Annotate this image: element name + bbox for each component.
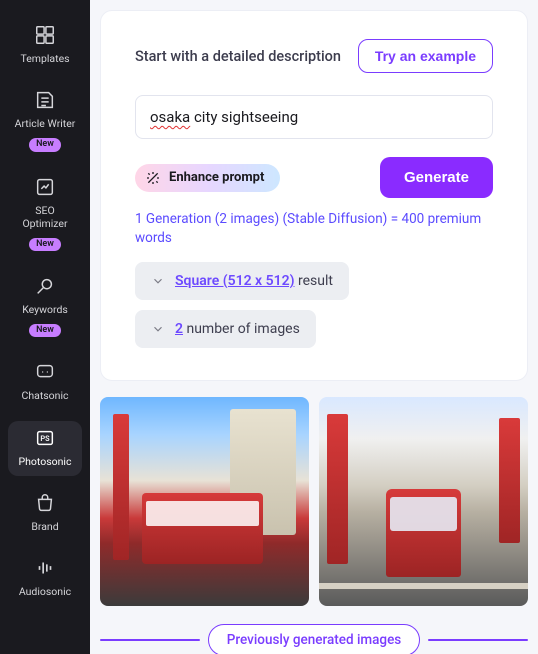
sidebar-item-seo-optimizer[interactable]: SEO Optimizer New — [8, 170, 82, 260]
keywords-icon — [34, 275, 56, 297]
templates-icon — [34, 24, 56, 46]
image-count-suffix: number of images — [183, 321, 300, 337]
generated-image[interactable] — [319, 397, 528, 606]
generated-images — [100, 397, 528, 606]
sidebar-item-brand[interactable]: Brand — [8, 486, 82, 541]
chevron-down-icon — [151, 274, 165, 288]
generated-image[interactable] — [100, 397, 309, 606]
image-size-suffix: result — [295, 273, 333, 289]
sidebar-item-keywords[interactable]: Keywords New — [8, 269, 82, 345]
divider-line — [100, 639, 200, 641]
article-writer-icon — [34, 89, 56, 111]
prompt-spellcheck-word: osaka — [150, 108, 190, 126]
sidebar-item-label: Chatsonic — [21, 389, 68, 402]
sidebar-item-audiosonic[interactable]: Audiosonic — [8, 551, 82, 606]
prompt-input[interactable]: osaka city sightseeing — [135, 95, 493, 139]
sidebar-item-article-writer[interactable]: Article Writer New — [8, 83, 82, 159]
chevron-down-icon — [151, 322, 165, 336]
sidebar-item-chatsonic[interactable]: Chatsonic — [8, 355, 82, 410]
sidebar-item-label: Brand — [31, 520, 58, 533]
svg-text:PS: PS — [40, 433, 50, 442]
previous-images-label: Previously generated images — [208, 624, 421, 654]
magic-wand-icon — [145, 170, 161, 186]
generation-card: Start with a detailed description Try an… — [100, 10, 528, 381]
generate-button[interactable]: Generate — [380, 157, 493, 198]
photosonic-icon: PS — [34, 427, 56, 449]
divider-line — [428, 639, 528, 641]
sidebar: Templates Article Writer New SEO Optimiz… — [0, 0, 90, 654]
new-badge: New — [29, 324, 61, 337]
description-row: Start with a detailed description Try an… — [135, 39, 493, 73]
seo-optimizer-icon — [34, 176, 56, 198]
generation-cost-text: 1 Generation (2 images) (Stable Diffusio… — [135, 210, 493, 248]
sidebar-item-label: Audiosonic — [19, 585, 71, 598]
previous-images-divider: Previously generated images — [100, 624, 528, 654]
new-badge: New — [29, 238, 61, 251]
sidebar-item-label: Keywords — [22, 303, 68, 316]
sidebar-item-templates[interactable]: Templates — [8, 18, 82, 73]
brand-icon — [34, 492, 56, 514]
prompt-text-rest: city sightseeing — [190, 108, 298, 126]
description-label: Start with a detailed description — [135, 48, 341, 65]
actions-row: Enhance prompt Generate — [135, 157, 493, 198]
try-example-button[interactable]: Try an example — [358, 39, 493, 73]
enhance-prompt-label: Enhance prompt — [169, 170, 264, 185]
enhance-prompt-button[interactable]: Enhance prompt — [135, 164, 280, 192]
sidebar-item-label: Photosonic — [19, 455, 72, 468]
audiosonic-icon — [34, 557, 56, 579]
new-badge: New — [29, 138, 61, 151]
image-count-dropdown[interactable]: 2 number of images — [135, 310, 316, 348]
image-count-value: 2 — [175, 321, 183, 337]
image-size-dropdown[interactable]: Square (512 x 512) result — [135, 262, 349, 300]
main-content: Start with a detailed description Try an… — [90, 0, 538, 654]
sidebar-item-label: SEO Optimizer — [12, 204, 78, 230]
sidebar-item-label: Templates — [20, 52, 69, 65]
sidebar-item-label: Article Writer — [15, 117, 76, 130]
image-size-value: Square (512 x 512) — [175, 273, 295, 289]
sidebar-item-photosonic[interactable]: PS Photosonic — [8, 421, 82, 476]
chatsonic-icon — [34, 361, 56, 383]
